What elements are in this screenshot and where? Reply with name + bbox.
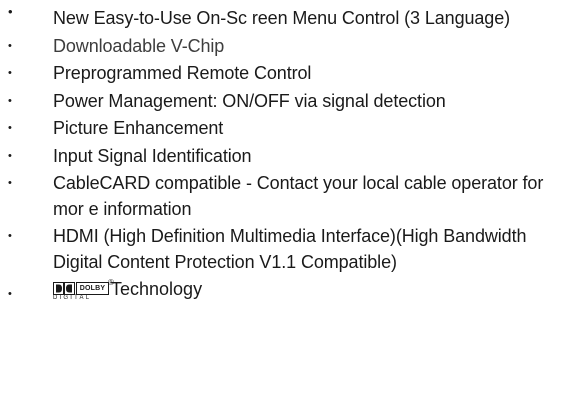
feature-text: Preprogrammed Remote Control [53,63,312,83]
bullet-icon: • [8,149,12,162]
feature-list: • New Easy-to-Use On-Sc reen Menu Contro… [0,4,565,308]
feature-item-cablecard: • CableCARD compatible - Contact your lo… [0,171,565,222]
bullet-icon: • [8,39,12,52]
dolby-row: DOLBY DIGITAL ® Technology [53,279,565,306]
feature-text: CableCARD compatible - Contact your loca… [53,173,544,219]
dolby-wordmark: DOLBY [76,282,109,295]
feature-item-v-chip: • Downloadable V-Chip [0,34,565,60]
bullet-icon: • [8,230,12,242]
feature-text: Input Signal Identification [53,145,252,166]
bullet-icon: • [8,94,12,107]
bullet-icon: • [8,67,12,79]
bullet-icon: • [8,4,13,19]
feature-text: Picture Enhancement [53,118,224,138]
feature-item-dolby: • DOLBY DIGITAL ® Technology [0,279,565,306]
dolby-double-d-icon [53,282,75,295]
dolby-digital-logo: DOLBY DIGITAL ® [53,279,114,302]
feature-item-remote-control: • Preprogrammed Remote Control [0,61,565,87]
feature-text: New Easy-to-Use On-Sc reen Menu Control … [53,8,511,28]
feature-text: Downloadable V-Chip [53,35,225,56]
feature-text: Technology [111,279,203,299]
feature-item-picture-enhancement: • Picture Enhancement [0,116,565,142]
feature-text: HDMI (High Definition Multimedia Interfa… [53,226,527,272]
feature-text: Power Management: ON/OFF via signal dete… [53,90,446,111]
bullet-icon: • [8,288,12,300]
feature-item-hdmi: • HDMI (High Definition Multimedia Inter… [0,224,565,275]
bullet-icon: • [8,122,12,134]
feature-item-signal-identification: • Input Signal Identification [0,144,565,170]
feature-item-menu-control: • New Easy-to-Use On-Sc reen Menu Contro… [0,4,565,32]
feature-page: • New Easy-to-Use On-Sc reen Menu Contro… [0,0,565,397]
feature-item-power-management: • Power Management: ON/OFF via signal de… [0,89,565,115]
bullet-icon: • [8,177,12,189]
dolby-digital-caption: DIGITAL [53,295,92,301]
